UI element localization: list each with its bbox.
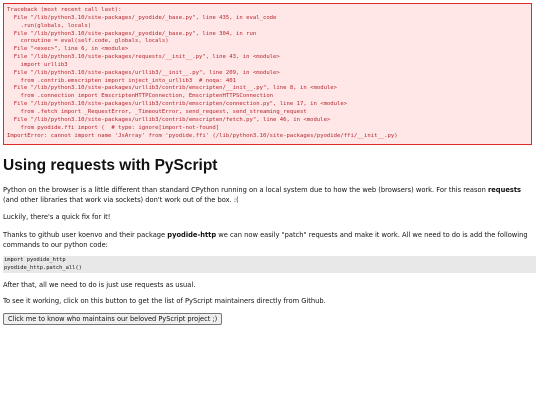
error-traceback-text: Traceback (most recent call last): File … <box>7 7 398 139</box>
maintainers-button[interactable]: Click me to know who maintains our belov… <box>3 313 223 325</box>
code-block: import pyodide_http pyodide_http.patch_a… <box>3 256 536 273</box>
page-title: Using requests with PyScript <box>3 157 218 174</box>
after-paragraph: After that, all we need to do is just us… <box>3 281 196 289</box>
intro-text-before: Python on the browser is a little differ… <box>3 186 488 194</box>
see-paragraph: To see it working, click on this button … <box>3 297 326 305</box>
quickfix-paragraph: Luckily, there's a quick fix for it! <box>3 213 111 221</box>
code-text: import pyodide_http pyodide_http.patch_a… <box>4 257 82 271</box>
thanks-paragraph: Thanks to github user koenvo and their p… <box>3 231 537 250</box>
thanks-bold-package: pyodide-http <box>167 231 217 239</box>
thanks-text-before: Thanks to github user koenvo and their p… <box>3 231 168 239</box>
intro-bold-requests: requests <box>487 186 522 194</box>
intro-paragraph: Python on the browser is a little differ… <box>3 186 537 205</box>
intro-text-after: (and other libraries that work via socke… <box>3 195 239 204</box>
error-traceback-box: Traceback (most recent call last): File … <box>3 3 532 145</box>
page: Traceback (most recent call last): File … <box>0 0 540 405</box>
